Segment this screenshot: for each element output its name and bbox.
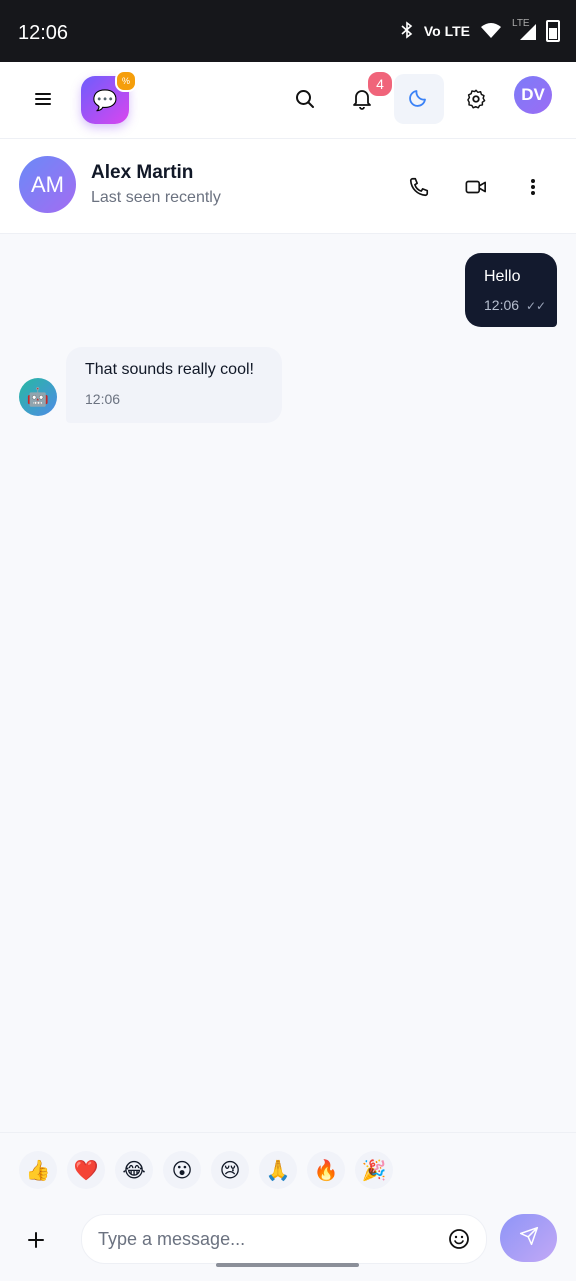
more-options-icon[interactable] <box>520 173 546 201</box>
chat-bubble-icon: 💬 <box>92 89 118 112</box>
top-bar: 💬 % 4 DV <box>0 62 576 139</box>
bluetooth-icon <box>400 20 414 42</box>
search-icon[interactable] <box>292 86 318 112</box>
send-icon <box>519 1226 539 1251</box>
status-time: 12:06 <box>18 22 69 44</box>
wifi-icon <box>480 22 502 41</box>
message-text: That sounds really cool! <box>85 361 254 378</box>
message-input-box[interactable] <box>81 1214 487 1264</box>
read-receipt-icon: ✓✓ <box>526 299 547 313</box>
reaction-party[interactable]: 🎉 <box>355 1151 393 1189</box>
incoming-message-bubble[interactable]: That sounds really cool! 12:06 <box>66 347 282 423</box>
message-input[interactable] <box>96 1225 430 1253</box>
moon-icon <box>408 86 430 113</box>
contact-name[interactable]: Alex Martin <box>91 162 193 184</box>
send-button[interactable] <box>500 1214 557 1262</box>
reaction-surprised[interactable]: 😮 <box>163 1151 201 1189</box>
video-call-icon[interactable] <box>462 173 490 201</box>
notification-count-badge: 4 <box>366 70 394 98</box>
logo-badge: % <box>115 70 137 92</box>
contact-avatar[interactable]: AM <box>19 156 76 213</box>
message-time: 12:06 <box>484 297 520 313</box>
home-indicator[interactable] <box>216 1263 359 1267</box>
status-icons: Vo LTE LTE <box>400 18 560 42</box>
outgoing-message-bubble[interactable]: Hello 12:06 ✓✓ <box>465 253 557 327</box>
message-text: Hello <box>484 268 521 285</box>
message-time: 12:06 <box>85 391 121 407</box>
reaction-cry[interactable]: 😢 <box>211 1151 249 1189</box>
bot-avatar: 🤖 <box>19 378 57 416</box>
composer-area: 👍 ❤️ 😂 😮 😢 🙏 🔥 🎉 <box>0 1132 576 1281</box>
menu-icon[interactable] <box>30 86 56 112</box>
volte-icon: Vo LTE <box>423 23 470 39</box>
settings-gear-icon[interactable] <box>463 86 489 112</box>
attach-plus-icon[interactable] <box>28 1223 44 1255</box>
quick-reactions: 👍 ❤️ 😂 😮 😢 🙏 🔥 🎉 <box>19 1151 393 1189</box>
emoji-picker-icon[interactable] <box>448 1228 470 1255</box>
contact-status: Last seen recently <box>91 189 221 206</box>
reaction-laugh[interactable]: 😂 <box>115 1151 153 1189</box>
battery-icon <box>546 20 560 42</box>
theme-toggle-button[interactable] <box>394 74 444 124</box>
reaction-fire[interactable]: 🔥 <box>307 1151 345 1189</box>
lte-signal-icon: LTE <box>512 18 536 40</box>
user-avatar[interactable]: DV <box>514 76 552 114</box>
reaction-heart[interactable]: ❤️ <box>67 1151 105 1189</box>
phone-call-icon[interactable] <box>405 173 433 201</box>
reaction-thumbs-up[interactable]: 👍 <box>19 1151 57 1189</box>
chat-header: AM Alex Martin Last seen recently <box>0 139 576 234</box>
status-bar: 12:06 Vo LTE LTE <box>0 0 576 62</box>
reaction-pray[interactable]: 🙏 <box>259 1151 297 1189</box>
